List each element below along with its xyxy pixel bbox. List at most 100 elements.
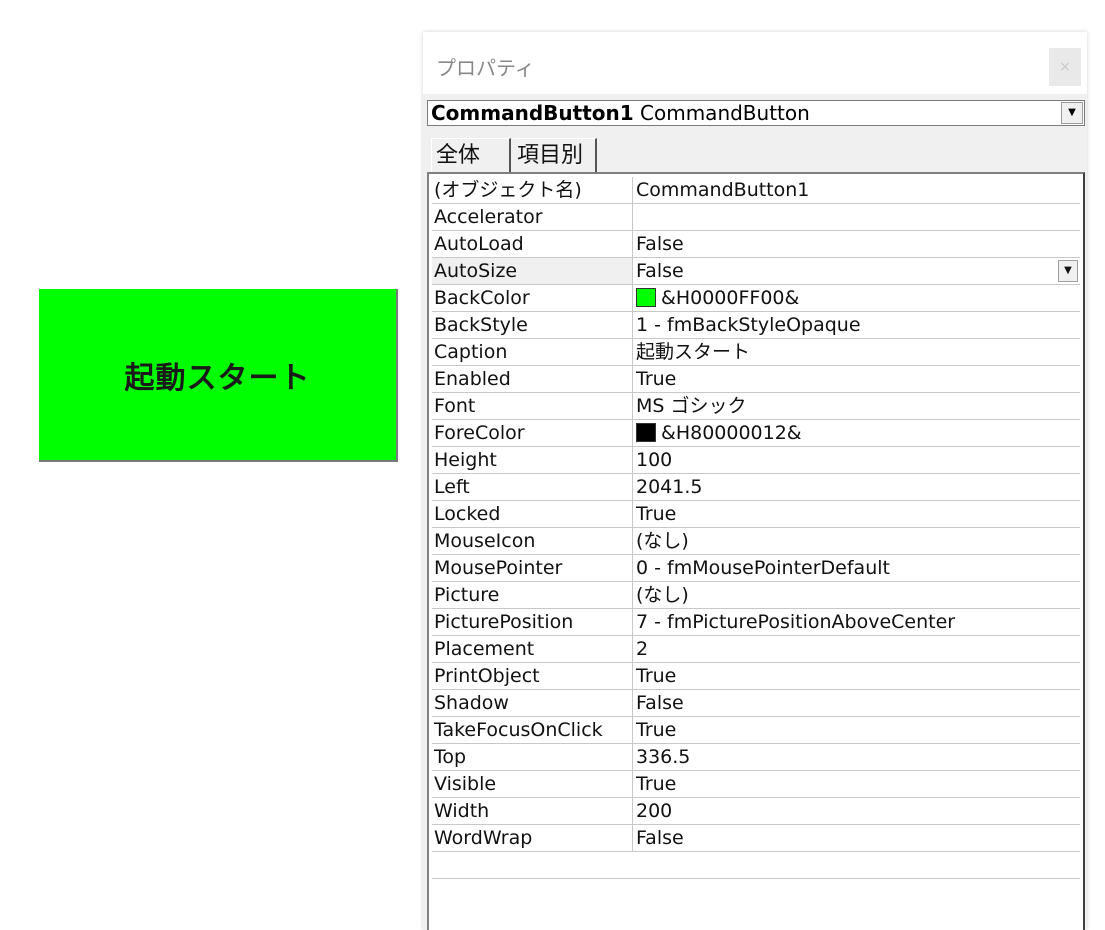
object-selector-dropdown[interactable]: CommandButton1 CommandButton ▼ — [427, 100, 1085, 126]
property-value-text: True — [636, 368, 677, 390]
property-value[interactable]: True — [636, 663, 1080, 689]
property-row[interactable]: Caption 起動スタート — [432, 339, 1080, 366]
property-name: Placement — [432, 636, 633, 662]
property-value-text: False — [636, 692, 684, 714]
property-value[interactable]: False — [636, 231, 1080, 257]
property-value-text: 2 — [636, 638, 649, 660]
property-value[interactable]: &H0000FF00& — [636, 285, 1080, 311]
property-value[interactable] — [636, 204, 1080, 230]
property-value[interactable]: False — [636, 690, 1080, 716]
property-name: Enabled — [432, 366, 633, 392]
property-name: AutoSize — [432, 258, 633, 284]
close-button[interactable]: × — [1049, 48, 1081, 86]
property-row[interactable]: BackStyle 1 - fmBackStyleOpaque — [432, 312, 1080, 339]
property-row[interactable]: Font MS ゴシック — [432, 393, 1080, 420]
property-row[interactable]: Picture (なし) — [432, 582, 1080, 609]
object-type: CommandButton — [640, 101, 810, 125]
property-name: AutoLoad — [432, 231, 633, 257]
property-value-text: True — [636, 665, 677, 687]
property-row[interactable]: BackColor &H0000FF00& — [432, 285, 1080, 312]
property-row[interactable]: TakeFocusOnClick True — [432, 717, 1080, 744]
property-row[interactable]: Shadow False — [432, 690, 1080, 717]
property-name: PrintObject — [432, 663, 633, 689]
property-value[interactable]: 7 - fmPicturePositionAboveCenter — [636, 609, 1080, 635]
property-grid: (オブジェクト名) CommandButton1 Accelerator AutoLo… — [427, 172, 1085, 930]
value-dropdown-arrow-icon[interactable]: ▼ — [1058, 260, 1078, 282]
property-value[interactable]: 200 — [636, 798, 1080, 824]
property-row[interactable]: Placement 2 — [432, 636, 1080, 663]
property-name: Locked — [432, 501, 633, 527]
property-name: Picture — [432, 582, 633, 608]
property-row[interactable]: Accelerator — [432, 204, 1080, 231]
start-command-button[interactable]: 起動スタート — [39, 289, 398, 462]
property-name: ForeColor — [432, 420, 633, 446]
property-value[interactable]: 1 - fmBackStyleOpaque — [636, 312, 1080, 338]
property-row[interactable]: Enabled True — [432, 366, 1080, 393]
property-value[interactable]: True — [636, 501, 1080, 527]
property-row[interactable]: Locked True — [432, 501, 1080, 528]
property-value[interactable]: (なし) — [636, 582, 1080, 608]
property-name: WordWrap — [432, 825, 633, 851]
property-value-text: 1 - fmBackStyleOpaque — [636, 314, 861, 336]
property-grid-rows: (オブジェクト名) CommandButton1 Accelerator AutoLo… — [432, 177, 1080, 879]
property-row[interactable]: WordWrap False — [432, 825, 1080, 852]
property-row[interactable]: (オブジェクト名) CommandButton1 — [432, 177, 1080, 204]
property-name: (オブジェクト名) — [432, 177, 633, 203]
property-value-text: 起動スタート — [636, 341, 751, 363]
property-name: Left — [432, 474, 633, 500]
object-name: CommandButton1 — [431, 101, 634, 125]
property-value[interactable]: 336.5 — [636, 744, 1080, 770]
property-value-text: False — [636, 233, 684, 255]
property-value[interactable]: (なし) — [636, 528, 1080, 554]
property-row[interactable]: Left 2041.5 — [432, 474, 1080, 501]
property-name: Height — [432, 447, 633, 473]
property-value[interactable]: 起動スタート — [636, 339, 1080, 365]
property-name: Shadow — [432, 690, 633, 716]
property-value[interactable]: False ▼ — [636, 258, 1080, 284]
property-value[interactable]: CommandButton1 — [636, 177, 1080, 203]
property-name: BackColor — [432, 285, 633, 311]
property-value-text: &H80000012& — [661, 422, 802, 444]
property-row[interactable]: PrintObject True — [432, 663, 1080, 690]
property-row[interactable]: ForeColor &H80000012& — [432, 420, 1080, 447]
property-name: PicturePosition — [432, 609, 633, 635]
property-value-text: MS ゴシック — [636, 395, 747, 417]
property-name: MouseIcon — [432, 528, 633, 554]
property-value[interactable]: &H80000012& — [636, 420, 1080, 446]
property-row[interactable]: AutoSize False ▼ — [432, 258, 1080, 285]
tab-categorized[interactable]: 項目別 — [513, 138, 597, 172]
property-value[interactable]: True — [636, 366, 1080, 392]
property-value-text: 200 — [636, 800, 673, 822]
properties-titlebar: プロパティ × — [423, 32, 1087, 94]
property-row[interactable]: Width 200 — [432, 798, 1080, 825]
property-name: Accelerator — [432, 204, 633, 230]
property-value-text: True — [636, 503, 677, 525]
property-name: MousePointer — [432, 555, 633, 581]
property-value[interactable]: 2 — [636, 636, 1080, 662]
property-row[interactable]: Visible True — [432, 771, 1080, 798]
property-value[interactable]: 100 — [636, 447, 1080, 473]
color-swatch — [636, 423, 656, 442]
property-row[interactable]: Height 100 — [432, 447, 1080, 474]
property-value-text: 2041.5 — [636, 476, 703, 498]
property-value[interactable]: True — [636, 717, 1080, 743]
property-value[interactable]: True — [636, 771, 1080, 797]
property-row[interactable]: Top 336.5 — [432, 744, 1080, 771]
properties-title: プロパティ — [436, 56, 535, 80]
property-row[interactable]: MouseIcon (なし) — [432, 528, 1080, 555]
property-value-text: (なし) — [636, 530, 689, 552]
tab-alphabetic[interactable]: 全体 — [431, 138, 511, 172]
property-row[interactable]: AutoLoad False — [432, 231, 1080, 258]
property-value[interactable]: 0 - fmMousePointerDefault — [636, 555, 1080, 581]
property-value-text: True — [636, 773, 677, 795]
property-value[interactable]: MS ゴシック — [636, 393, 1080, 419]
property-name: BackStyle — [432, 312, 633, 338]
properties-window: プロパティ × CommandButton1 CommandButton ▼ 全… — [423, 32, 1087, 930]
property-row[interactable]: MousePointer 0 - fmMousePointerDefault — [432, 555, 1080, 582]
dropdown-arrow-icon[interactable]: ▼ — [1061, 102, 1083, 124]
empty-row — [432, 852, 1080, 879]
property-value[interactable]: 2041.5 — [636, 474, 1080, 500]
property-value[interactable]: False — [636, 825, 1080, 851]
property-value-text: True — [636, 719, 677, 741]
property-row[interactable]: PicturePosition 7 - fmPicturePositionAbov… — [432, 609, 1080, 636]
